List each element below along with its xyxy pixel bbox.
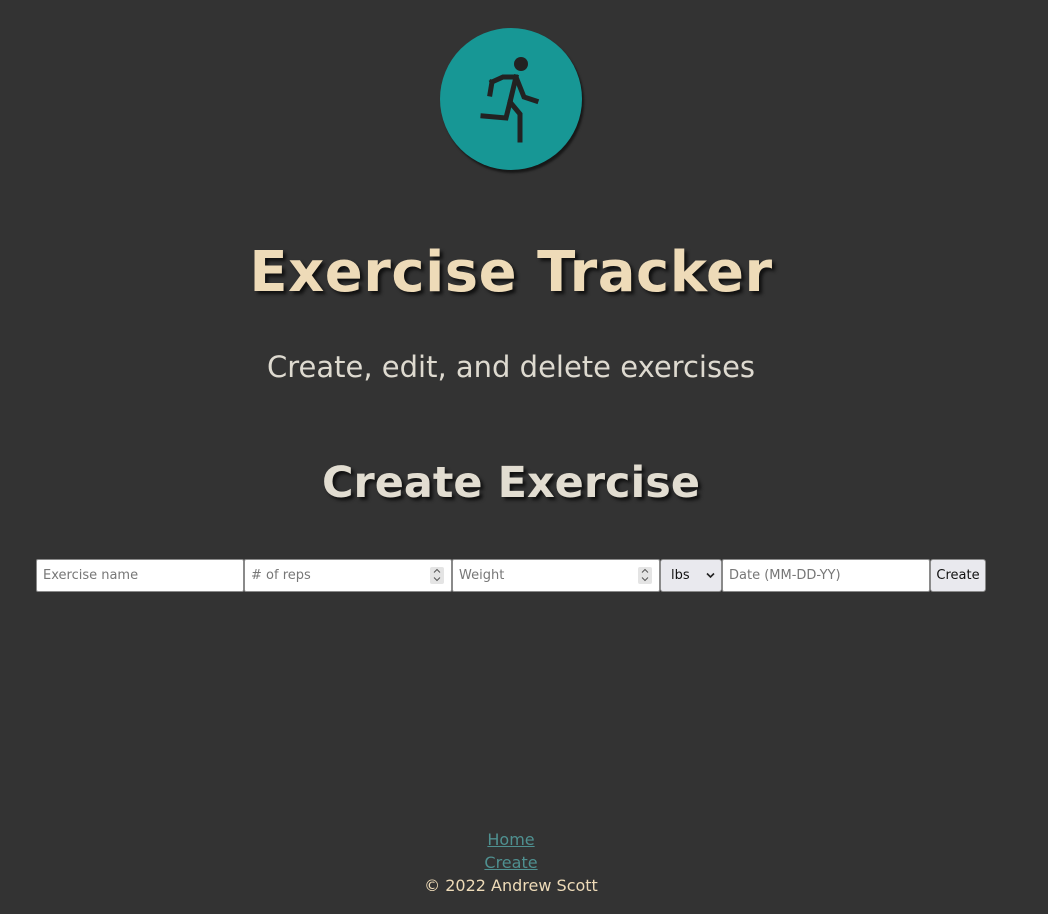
- create-exercise-form: lbs Create: [36, 559, 986, 592]
- app-logo: [440, 28, 582, 170]
- chevron-down-icon: [433, 577, 441, 582]
- footer-link-home[interactable]: Home: [487, 830, 534, 849]
- weight-stepper[interactable]: [638, 567, 652, 584]
- page-title: Exercise Tracker: [249, 240, 773, 305]
- footer-link-create[interactable]: Create: [484, 853, 537, 872]
- unit-select[interactable]: lbs: [660, 559, 722, 592]
- page-subtitle: Create, edit, and delete exercises: [266, 350, 756, 384]
- create-button[interactable]: Create: [930, 559, 986, 592]
- weight-input[interactable]: [453, 560, 659, 591]
- date-input[interactable]: [723, 560, 929, 591]
- page: Exercise Tracker Create, edit, and delet…: [0, 0, 1048, 914]
- running-person-icon: [480, 57, 540, 143]
- reps-input[interactable]: [245, 560, 451, 591]
- reps-stepper[interactable]: [430, 567, 444, 584]
- chevron-up-icon: [433, 568, 441, 573]
- date-field: [722, 559, 930, 592]
- unit-select-value: lbs: [671, 568, 690, 583]
- exercise-name-field: [36, 559, 244, 592]
- chevron-down-icon: [641, 577, 649, 582]
- create-exercise-heading: Create Exercise: [321, 458, 701, 508]
- page-footer: Home Create © 2022 Andrew Scott: [0, 828, 1022, 897]
- reps-field: [244, 559, 452, 592]
- chevron-down-icon: [706, 572, 715, 579]
- copyright-text: © 2022 Andrew Scott: [424, 876, 598, 895]
- chevron-up-icon: [641, 568, 649, 573]
- weight-field: [452, 559, 660, 592]
- exercise-name-input[interactable]: [37, 560, 243, 591]
